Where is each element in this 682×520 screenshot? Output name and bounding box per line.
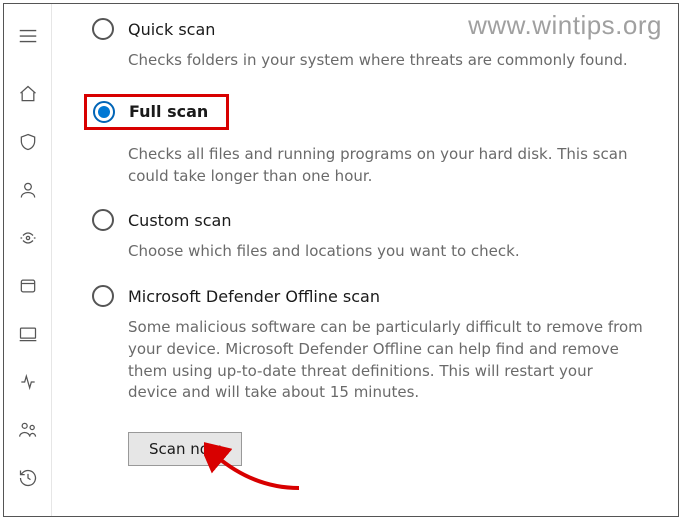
performance-icon[interactable] [4,358,52,406]
firewall-icon[interactable] [4,214,52,262]
radio-icon[interactable] [93,101,115,123]
option-title: Quick scan [128,20,215,39]
scan-now-button[interactable]: Scan now [128,432,242,466]
option-full-scan: Full scan Checks all files and running p… [92,94,644,188]
option-desc: Checks all files and running programs on… [128,144,644,188]
history-icon[interactable] [4,454,52,502]
option-title: Full scan [129,102,208,121]
device-icon[interactable] [4,310,52,358]
radio-icon [92,18,114,40]
app-browser-icon[interactable] [4,262,52,310]
highlight-box: Full scan [84,94,229,130]
option-custom-scan: Custom scan Choose which files and locat… [92,209,644,263]
sidebar [4,4,52,516]
shield-icon[interactable] [4,118,52,166]
home-icon[interactable] [4,70,52,118]
option-desc: Choose which files and locations you wan… [128,241,644,263]
menu-icon[interactable] [4,12,52,60]
radio-icon [92,209,114,231]
radio-icon [92,285,114,307]
radio-custom-scan[interactable]: Custom scan [92,209,644,231]
option-title: Custom scan [128,211,231,230]
option-offline-scan: Microsoft Defender Offline scan Some mal… [92,285,644,404]
option-title: Microsoft Defender Offline scan [128,287,380,306]
option-desc: Checks folders in your system where thre… [128,50,644,72]
option-desc: Some malicious software can be particula… [128,317,644,404]
account-icon[interactable] [4,166,52,214]
option-quick-scan: Quick scan Checks folders in your system… [92,18,644,72]
radio-quick-scan[interactable]: Quick scan [92,18,644,40]
radio-offline-scan[interactable]: Microsoft Defender Offline scan [92,285,644,307]
family-icon[interactable] [4,406,52,454]
scan-options-panel: Quick scan Checks folders in your system… [52,4,678,516]
